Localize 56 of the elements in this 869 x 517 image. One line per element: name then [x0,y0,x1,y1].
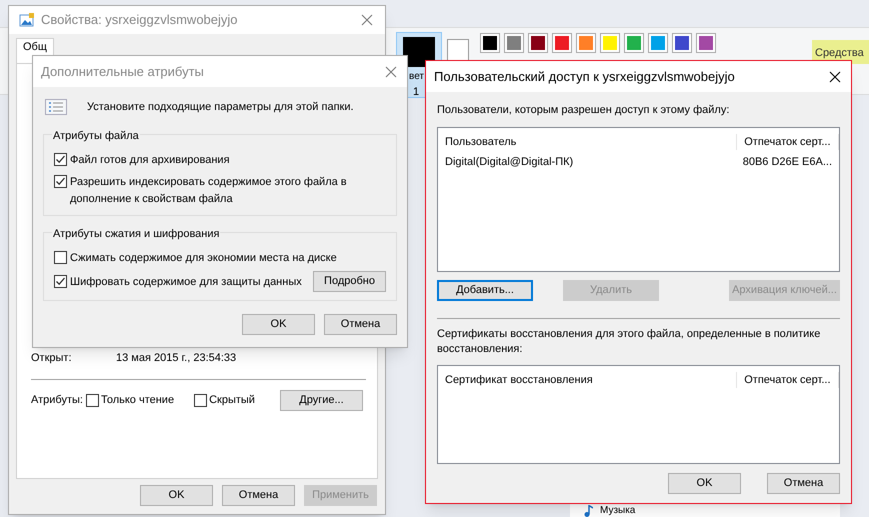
other-button[interactable]: Другие... [280,390,363,410]
group-title: Атрибуты сжатия и шифрования [52,226,220,242]
cancel-button[interactable]: Отмена [222,485,295,506]
checkbox-label: Шифровать содержимое для защиты данных [70,274,302,290]
ok-button[interactable]: OK [140,485,213,506]
field-value: 13 мая 2015 г., 23:54:33 [116,351,236,366]
ok-button[interactable]: OK [668,472,741,494]
window-title: Дополнительные атрибуты [41,62,205,81]
checkbox-label: Файл готов для архивирования [70,152,231,168]
group-title: Атрибуты файла [52,128,140,144]
music-note-icon [584,505,593,517]
cancel-button[interactable]: Отмена [324,314,397,335]
details-button[interactable]: Подробно [313,270,386,292]
color-swatch[interactable] [579,36,593,50]
color-2-swatch[interactable] [447,39,469,61]
color-swatch[interactable] [603,36,617,50]
color-swatch[interactable] [627,36,641,50]
checkbox[interactable] [54,175,67,188]
ok-button[interactable]: OK [242,314,315,335]
field-label: Открыт: [31,351,73,366]
column-header[interactable]: Отпечаток серт... [737,372,839,388]
table-cell-text: 80B6 D26E E6A... [742,154,833,170]
column-header[interactable]: Пользователь [438,134,738,150]
close-icon[interactable] [829,70,841,82]
checkbox[interactable] [194,394,208,406]
color-swatch[interactable] [507,36,521,50]
window-title: Пользовательский доступ к ysrxeiggzvlsmwobejyjo [434,68,736,86]
checkbox-label: Сжимать содержимое для экономии места на диске [70,251,337,266]
image-file-icon [19,12,35,28]
recovery-label: Сертификаты восстановления для этого файла, определенные в политике восстановления: [437,326,822,356]
checkbox-label: Только чтение [100,392,174,408]
field-label: Атрибуты: [31,392,83,408]
color-label: вет [409,71,424,83]
color-swatch[interactable] [675,36,689,50]
checkbox[interactable] [54,274,67,288]
add-button[interactable]: Добавить... [437,280,533,300]
checkbox[interactable] [86,394,99,406]
color-swatch[interactable] [483,36,497,50]
checkbox-label: Разрешить индексировать содержимое этого файла в дополнение к свойствам файла [70,175,348,206]
cancel-button[interactable]: Отмена [767,472,840,494]
table-cell-text: Digital(Digital@Digital-ПК) [444,154,574,170]
users-label: Пользователи, которым разрешен доступ к этому файлу: [437,103,730,118]
list-icon [45,99,67,116]
checkbox-label: Скрытый [209,392,255,408]
column-header[interactable]: Сертификат восстановления [438,372,738,388]
color-swatch[interactable] [555,36,569,50]
window-title: Свойства: ysrxeiggzvlsmwobejyjo [41,11,239,30]
nav-item[interactable]: Музыка [600,505,636,517]
color-swatch[interactable] [651,36,665,50]
checkbox[interactable] [54,152,67,166]
color-swatch[interactable] [531,36,545,50]
column-header[interactable]: Отпечаток серт... [737,134,839,150]
color-swatch[interactable] [699,36,713,50]
instruction-text: Установите подходящие параметры для этой папки. [87,100,354,115]
color-label: 1 [413,85,420,100]
checkbox[interactable] [54,251,67,264]
